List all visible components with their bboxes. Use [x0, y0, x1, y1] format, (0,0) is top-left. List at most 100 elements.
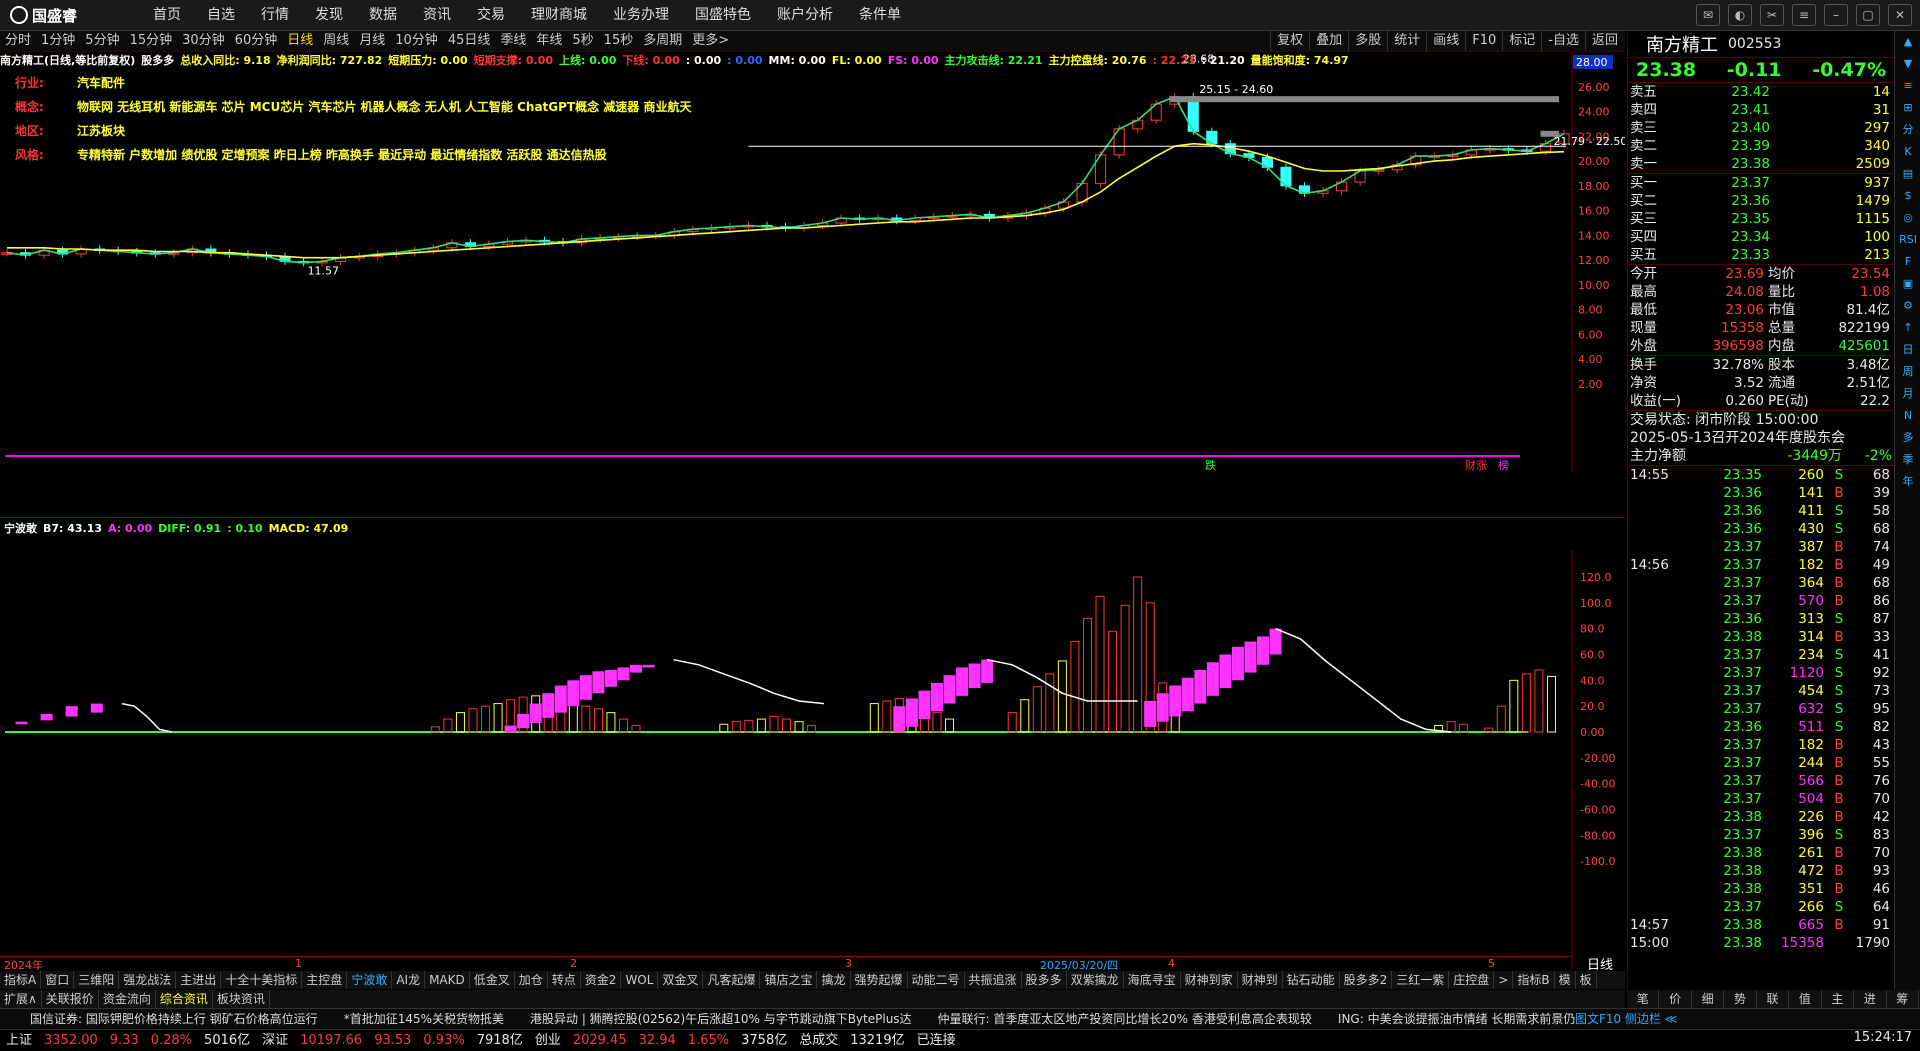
- tool-7[interactable]: -自选: [1541, 31, 1585, 51]
- quote-tab[interactable]: 笔: [1627, 990, 1660, 1008]
- indicator-tab[interactable]: 镇店之宝: [760, 971, 818, 989]
- tool-1[interactable]: 叠加: [1309, 31, 1348, 51]
- indicator-tab[interactable]: 庄控盘: [1449, 971, 1495, 989]
- tool-6[interactable]: 标记: [1502, 31, 1541, 51]
- menu-item-9[interactable]: 国盛特色: [682, 0, 764, 30]
- period-9[interactable]: 10分钟: [390, 31, 443, 51]
- tag-value[interactable]: 江苏板块: [77, 122, 125, 139]
- tick-list[interactable]: 14:55 23.35 260 S 68 23.36 141 B 39 23.36 411 S 58 23…: [1628, 466, 1894, 952]
- menu-item-1[interactable]: 自选: [194, 0, 248, 30]
- sidebar-button[interactable]: RSI: [1895, 229, 1920, 251]
- sidebar-button[interactable]: ⊞: [1895, 97, 1920, 119]
- indicator-tab[interactable]: MAKD: [425, 971, 470, 989]
- bid-row[interactable]: 买五 23.33 213: [1628, 246, 1894, 264]
- period-7[interactable]: 周线: [318, 31, 354, 51]
- indicator-tab[interactable]: 强势起爆: [851, 971, 908, 989]
- period-8[interactable]: 月线: [354, 31, 390, 51]
- menu-item-3[interactable]: 发现: [302, 0, 356, 30]
- indicator-tab[interactable]: 加仓: [515, 971, 548, 989]
- tool-4[interactable]: 画线: [1426, 31, 1465, 51]
- bid-row[interactable]: 买二 23.36 1479: [1628, 192, 1894, 210]
- sidebar-button[interactable]: ⚙: [1895, 295, 1920, 317]
- indicator-tab[interactable]: 财神到家: [1181, 971, 1238, 989]
- app-logo[interactable]: 国盛睿: [10, 5, 77, 25]
- quote-tab[interactable]: 价: [1659, 990, 1692, 1008]
- news-item[interactable]: 仲量联行: 首季度亚太区地产投资同比增长20% 香港受利息高企表现较: [938, 1009, 1312, 1028]
- sidebar-button[interactable]: F: [1895, 251, 1920, 273]
- quote-tab[interactable]: 细: [1692, 990, 1725, 1008]
- info-tab[interactable]: 扩展∧: [0, 990, 42, 1008]
- ask-row[interactable]: 卖三 23.40 297: [1628, 119, 1894, 137]
- ask-row[interactable]: 卖五 23.42 14: [1628, 83, 1894, 101]
- menu-item-10[interactable]: 账户分析: [764, 0, 846, 30]
- sidebar-button[interactable]: 季: [1895, 449, 1920, 471]
- quote-tab[interactable]: 联: [1757, 990, 1790, 1008]
- menu-item-7[interactable]: 理财商城: [518, 0, 600, 30]
- indicator-tab[interactable]: 双紫擒龙: [1067, 971, 1124, 989]
- indicator-tab[interactable]: 指标A: [0, 971, 42, 989]
- menu-item-5[interactable]: 资讯: [410, 0, 464, 30]
- quote-tab[interactable]: 主: [1822, 990, 1855, 1008]
- sidebar-button[interactable]: ▼: [1895, 53, 1920, 75]
- tag-value[interactable]: 专精特新 户数增加 绩优股 定增预案 昨日上榜 昨高换手 最近异动 最近情绪指数…: [77, 146, 607, 163]
- ask-row[interactable]: 卖四 23.41 31: [1628, 101, 1894, 119]
- quote-tab[interactable]: 筹: [1887, 990, 1919, 1008]
- indicator-tab[interactable]: 钻石动能: [1283, 971, 1340, 989]
- period-12[interactable]: 年线: [531, 31, 567, 51]
- period-4[interactable]: 30分钟: [177, 31, 230, 51]
- indicator-tab[interactable]: 共振追涨: [965, 971, 1022, 989]
- tag-value[interactable]: 汽车配件: [77, 74, 125, 91]
- tool-5[interactable]: F10: [1465, 31, 1502, 51]
- menu-item-8[interactable]: 业务办理: [600, 0, 682, 30]
- sidebar-button[interactable]: N: [1895, 405, 1920, 427]
- quote-tab[interactable]: 势: [1724, 990, 1757, 1008]
- sidebar-button[interactable]: 年: [1895, 471, 1920, 493]
- news-item[interactable]: 国信证券: 国际钾肥价格持续上行 钢矿石价格高位运行: [30, 1009, 318, 1028]
- menu-item-0[interactable]: 首页: [140, 0, 194, 30]
- tool-8[interactable]: 返回: [1584, 31, 1624, 51]
- period-2[interactable]: 5分钟: [80, 31, 124, 51]
- indicator-tab[interactable]: 主进出: [176, 971, 222, 989]
- indicator-tab[interactable]: 强龙战法: [119, 971, 177, 989]
- info-tab[interactable]: 综合资讯: [156, 990, 213, 1008]
- info-tab[interactable]: 关联报价: [42, 990, 99, 1008]
- indicator-tab[interactable]: 三红一紫: [1392, 971, 1450, 989]
- sidebar-button[interactable]: ◎: [1895, 207, 1920, 229]
- indicator-tab[interactable]: 指标B: [1513, 971, 1555, 989]
- sub-title[interactable]: 宁波敢: [4, 522, 37, 535]
- sidebar-button[interactable]: 周: [1895, 361, 1920, 383]
- indicator-tab[interactable]: 十全十美指标: [221, 971, 303, 989]
- sidebar-button[interactable]: 日: [1895, 339, 1920, 361]
- sidebar-button[interactable]: 多: [1895, 427, 1920, 449]
- indicator-tab[interactable]: 资金2: [581, 971, 622, 989]
- period-1[interactable]: 1分钟: [36, 31, 80, 51]
- quote-tab[interactable]: 值: [1789, 990, 1822, 1008]
- period-16[interactable]: 更多>: [687, 31, 734, 51]
- period-10[interactable]: 45日线: [443, 31, 496, 51]
- side-panel-toggle[interactable]: 图文F10 侧边栏 ≪: [1575, 1010, 1678, 1027]
- skin-icon[interactable]: ◐: [1728, 4, 1752, 26]
- tool-3[interactable]: 统计: [1387, 31, 1426, 51]
- period-11[interactable]: 季线: [495, 31, 531, 51]
- close-icon[interactable]: ✕: [1888, 4, 1912, 26]
- news-item[interactable]: 港股异动 | 狮腾控股(02562)午后涨超10% 与字节跳动旗下BytePlu…: [530, 1009, 912, 1028]
- menu-item-6[interactable]: 交易: [464, 0, 518, 30]
- menu-item-11[interactable]: 条件单: [846, 0, 914, 30]
- indicator-tab[interactable]: >: [1494, 971, 1514, 989]
- sidebar-button[interactable]: ↑: [1895, 317, 1920, 339]
- indicator-tab[interactable]: 双金叉: [658, 971, 704, 989]
- indicator-tab[interactable]: 动能二号: [908, 971, 965, 989]
- sub-indicator-chart[interactable]: 120.0 100.0 80.0 60.0 40.0 20.0 0.00 -20.00 -40.…: [0, 550, 1625, 970]
- minimize-icon[interactable]: –: [1824, 4, 1848, 26]
- indicator-tab[interactable]: 转点: [548, 971, 581, 989]
- indicator-tab[interactable]: 宁波敢: [347, 971, 393, 989]
- indicator-tab[interactable]: 模: [1555, 971, 1576, 989]
- period-0[interactable]: 分时: [0, 31, 36, 51]
- bid-row[interactable]: 买一 23.37 937: [1628, 174, 1894, 192]
- sidebar-button[interactable]: K: [1895, 141, 1920, 163]
- indicator-tab[interactable]: 窗口: [41, 971, 75, 989]
- indicator-tab[interactable]: WOL: [621, 971, 659, 989]
- kline-chart[interactable]: 26.0024.0022.0020.0018.0016.0014.0012.00…: [0, 52, 1625, 472]
- tool-2[interactable]: 多股: [1348, 31, 1387, 51]
- indicator-tab[interactable]: 三维阳: [74, 971, 120, 989]
